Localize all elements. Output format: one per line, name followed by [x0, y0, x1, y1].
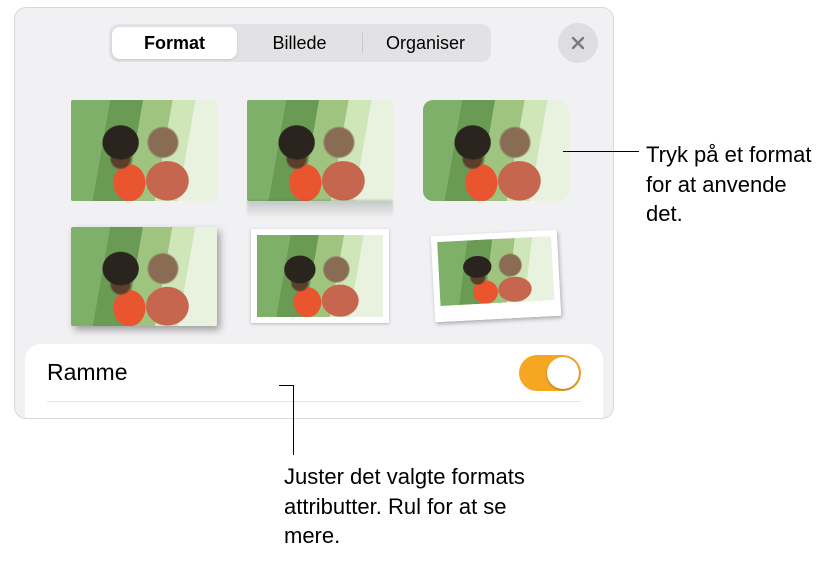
- style-grid: [71, 94, 569, 332]
- frame-toggle[interactable]: [519, 355, 581, 391]
- close-button[interactable]: [558, 23, 598, 63]
- style-option-reflection[interactable]: [247, 94, 393, 206]
- tab-organiser[interactable]: Organiser: [363, 27, 488, 59]
- sample-photo: [71, 100, 217, 201]
- style-option-rounded[interactable]: [423, 94, 569, 206]
- attributes-card[interactable]: Ramme: [25, 344, 603, 418]
- callout-apply-format: Tryk på et format for at anvende det.: [646, 140, 826, 229]
- callout-leader: [279, 385, 293, 386]
- tab-label: Format: [144, 33, 205, 54]
- style-option-polaroid[interactable]: [420, 216, 572, 335]
- style-option-shadow[interactable]: [71, 220, 217, 332]
- sample-photo: [247, 100, 393, 201]
- toggle-knob: [547, 357, 579, 389]
- sample-photo: [423, 100, 569, 201]
- tab-label: Organiser: [386, 33, 465, 54]
- callout-adjust-attributes: Juster det valgte formats attributter. R…: [284, 462, 544, 551]
- style-option-plain[interactable]: [71, 94, 217, 206]
- close-icon: [570, 35, 586, 51]
- tab-format[interactable]: Format: [112, 27, 237, 59]
- sample-photo: [437, 236, 554, 306]
- tab-label: Billede: [272, 33, 326, 54]
- sample-photo: [257, 235, 383, 317]
- callout-leader: [293, 385, 294, 455]
- tab-bar: Format Billede Organiser: [109, 24, 491, 62]
- frame-label: Ramme: [47, 359, 128, 386]
- format-panel: Format Billede Organiser: [14, 7, 614, 419]
- style-option-white-border[interactable]: [247, 220, 393, 332]
- frame-row: Ramme: [47, 344, 581, 402]
- callout-leader: [563, 151, 639, 152]
- sample-photo: [71, 227, 217, 326]
- tab-billede[interactable]: Billede: [237, 27, 362, 59]
